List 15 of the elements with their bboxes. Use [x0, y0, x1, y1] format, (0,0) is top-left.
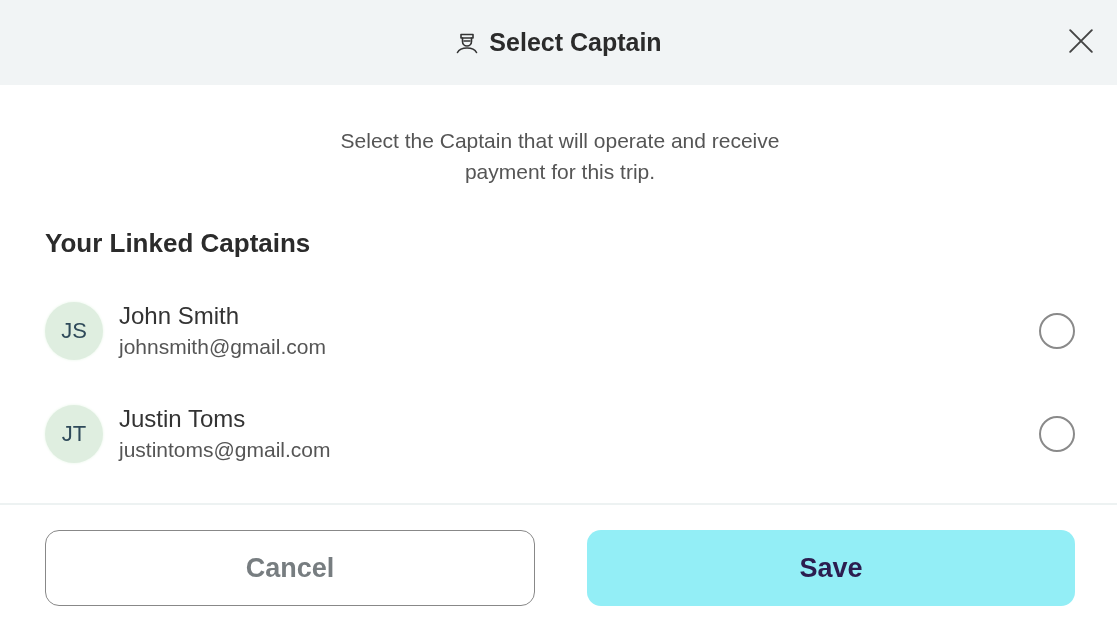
radio-button[interactable] [1039, 415, 1075, 452]
captain-name: Justin Toms [119, 404, 247, 433]
dialog-description: Select the Captain that will operate and receive payment for this trip. [339, 128, 781, 185]
radio-button[interactable] [1039, 312, 1075, 349]
initials-avatar: JS [45, 301, 103, 360]
captain-email: justintoms@gmail.com [119, 436, 332, 463]
captain-email: johnsmith@gmail.com [119, 333, 327, 360]
initials-avatar: JT [45, 404, 103, 463]
captain-name: John Smith [119, 301, 241, 330]
close-icon [1068, 28, 1094, 54]
section-heading: Your Linked Captains [45, 228, 312, 259]
close-button[interactable] [1068, 28, 1094, 54]
save-button[interactable]: Save [587, 530, 1075, 606]
cancel-button[interactable]: Cancel [45, 530, 535, 606]
dialog-title: Select Captain [489, 28, 662, 57]
